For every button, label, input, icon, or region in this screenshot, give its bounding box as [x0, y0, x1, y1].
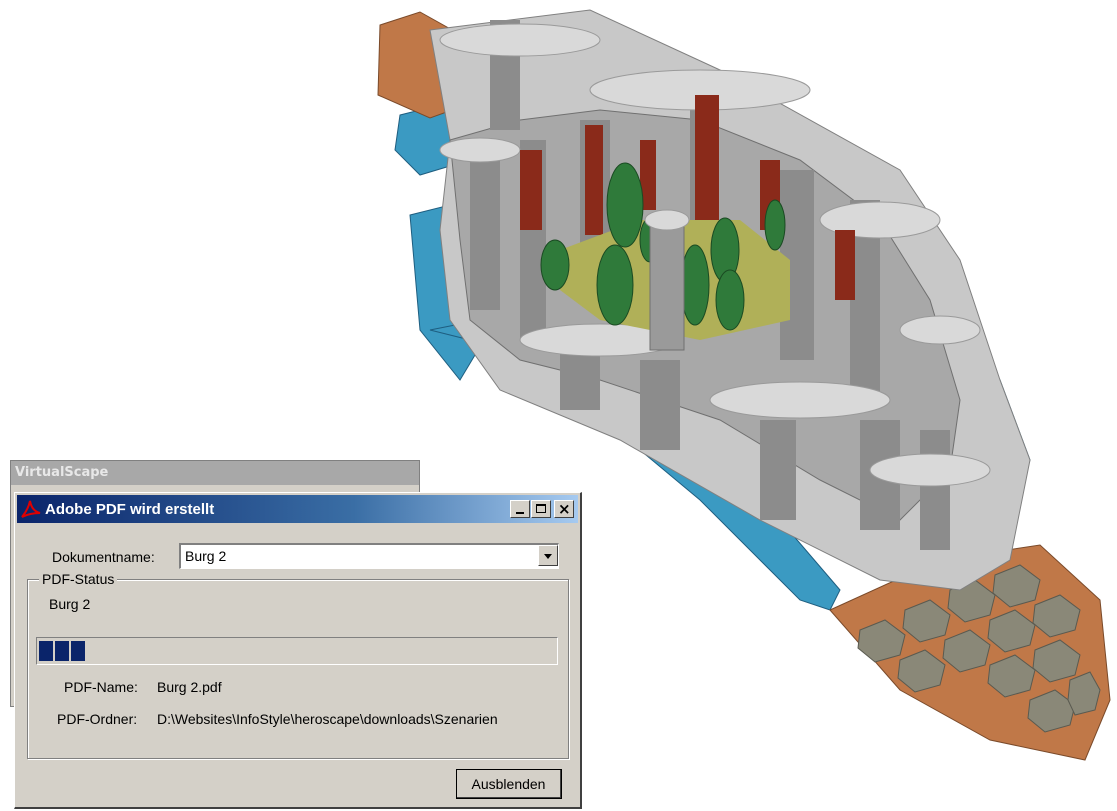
- progress-fill: [39, 641, 87, 661]
- document-name-value: Burg 2: [185, 548, 227, 564]
- document-name-select[interactable]: Burg 2: [179, 543, 559, 569]
- close-icon: ×: [558, 500, 571, 518]
- pdf-status-group: [27, 579, 569, 759]
- minimize-button[interactable]: [510, 500, 530, 518]
- minimize-icon: [516, 512, 524, 514]
- pdf-name-label: PDF-Name:: [64, 679, 138, 695]
- adobe-pdf-icon: [21, 500, 41, 518]
- pdf-creation-dialog: Adobe PDF wird erstellt × Dokumentname: …: [14, 492, 582, 809]
- dialog-title: Adobe PDF wird erstellt: [45, 500, 215, 518]
- pdf-folder-label: PDF-Ordner:: [57, 711, 138, 727]
- maximize-button[interactable]: [531, 500, 551, 518]
- status-document-name: Burg 2: [49, 596, 91, 612]
- maximize-icon: [536, 504, 546, 513]
- pdf-status-group-label: PDF-Status: [39, 571, 118, 587]
- chevron-down-icon[interactable]: [538, 545, 558, 566]
- close-button[interactable]: ×: [554, 500, 574, 518]
- pdf-name-value: Burg 2.pdf: [157, 679, 222, 695]
- dialog-titlebar[interactable]: Adobe PDF wird erstellt ×: [17, 495, 578, 523]
- pdf-folder-value: D:\Websites\InfoStyle\heroscape\download…: [157, 711, 498, 727]
- progress-bar: [36, 637, 558, 665]
- hide-button[interactable]: Ausblenden: [456, 769, 562, 799]
- background-window-title: VirtualScape: [11, 461, 419, 485]
- document-name-label: Dokumentname:: [52, 549, 155, 565]
